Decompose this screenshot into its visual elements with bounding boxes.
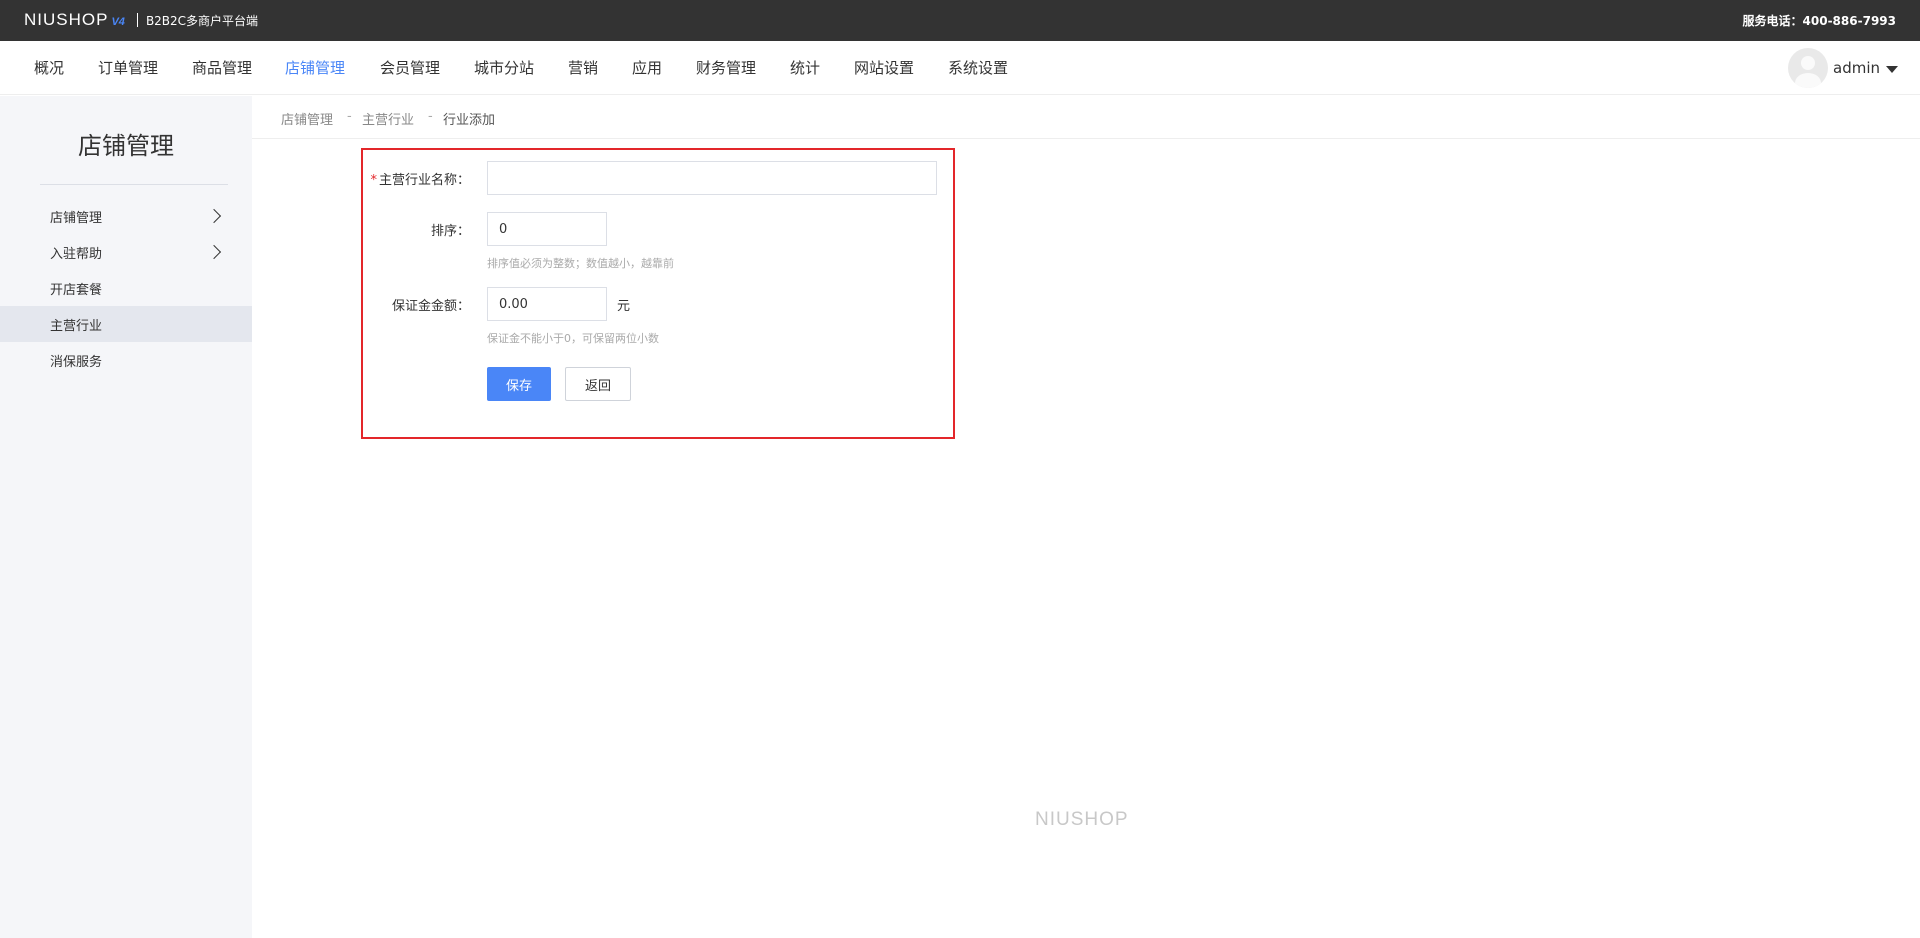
nav-item-overview[interactable]: 概况: [34, 57, 64, 78]
sidebar-item-label: 店铺管理: [50, 211, 103, 226]
footer-watermark-logo: NIUSHOP: [1035, 809, 1129, 830]
deposit-amount-input[interactable]: [487, 287, 607, 321]
avatar-body-shape: [1795, 73, 1821, 88]
sidebar-divider: [40, 184, 228, 185]
user-menu[interactable]: admin: [1788, 48, 1898, 88]
nav-item-finance[interactable]: 财务管理: [696, 57, 756, 78]
breadcrumb: 店铺管理 - 主营行业 - 行业添加: [252, 96, 1920, 139]
sidebar-item-label: 开店套餐: [50, 283, 103, 298]
sidebar: 店铺管理 店铺管理 入驻帮助 开店套餐 主营行业 消保服务: [0, 96, 252, 938]
chevron-right-icon: [206, 208, 222, 224]
chevron-right-icon: [206, 244, 222, 260]
caret-down-icon: [1886, 65, 1898, 73]
avatar-head-shape: [1801, 56, 1815, 70]
service-hotline: 服务电话：400-886-7993: [1742, 14, 1896, 28]
sort-label: 排序：: [430, 224, 470, 239]
breadcrumb-link-main-industry[interactable]: 主营行业: [362, 109, 414, 128]
nav-item-city-sites[interactable]: 城市分站: [474, 57, 534, 78]
sidebar-item-consumer-protection[interactable]: 消保服务: [0, 342, 252, 378]
breadcrumb-link-shop-management[interactable]: 店铺管理: [281, 109, 333, 128]
save-button[interactable]: 保存: [487, 367, 551, 401]
sidebar-item-main-industry[interactable]: 主营行业: [0, 306, 252, 342]
industry-name-input[interactable]: [487, 161, 937, 195]
breadcrumb-current: 行业添加: [443, 113, 496, 128]
nav-item-orders[interactable]: 订单管理: [98, 57, 158, 78]
sidebar-item-settle-help[interactable]: 入驻帮助: [0, 234, 252, 270]
logo-text: NIUSHOP: [24, 10, 109, 29]
brand-logo[interactable]: NIUSHOP V4 B2B2C多商户平台端: [24, 9, 258, 31]
industry-name-label: * 主营行业名称：: [370, 169, 470, 188]
breadcrumb-separator: -: [347, 109, 352, 124]
user-name: admin: [1833, 59, 1880, 77]
logo-version: V4: [111, 16, 125, 28]
main-nav: 概况 订单管理 商品管理 店铺管理 会员管理 城市分站 营销 应用 财务管理 统…: [0, 41, 1920, 95]
nav-item-statistics[interactable]: 统计: [790, 57, 820, 78]
sidebar-item-label: 入驻帮助: [50, 247, 103, 262]
nav-item-goods[interactable]: 商品管理: [192, 57, 252, 78]
nav-item-site-settings[interactable]: 网站设置: [854, 57, 914, 78]
deposit-unit: 元: [617, 299, 631, 314]
nav-item-marketing[interactable]: 营销: [568, 57, 598, 78]
nav-item-apps[interactable]: 应用: [632, 57, 662, 78]
industry-name-label-text: 主营行业名称：: [378, 173, 470, 188]
sort-hint: 排序值必须为整数；数值越小，越靠前: [487, 257, 674, 270]
required-mark: *: [370, 173, 377, 188]
logo-divider: [136, 13, 138, 27]
sort-input[interactable]: [487, 212, 607, 246]
platform-subtitle: B2B2C多商户平台端: [145, 13, 259, 28]
top-bar: NIUSHOP V4 B2B2C多商户平台端 服务电话：400-886-7993: [0, 0, 1920, 41]
deposit-label: 保证金金额：: [391, 299, 470, 314]
sidebar-item-label: 主营行业: [50, 319, 103, 334]
sidebar-item-shop-management[interactable]: 店铺管理: [0, 198, 252, 234]
back-button[interactable]: 返回: [565, 367, 631, 401]
nav-item-shops[interactable]: 店铺管理: [285, 57, 345, 78]
breadcrumb-separator: -: [428, 109, 433, 124]
deposit-hint: 保证金不能小于0，可保留两位小数: [487, 332, 659, 345]
sidebar-title: 店铺管理: [78, 132, 174, 160]
sidebar-item-shop-packages[interactable]: 开店套餐: [0, 270, 252, 306]
avatar: [1788, 48, 1828, 88]
nav-item-members[interactable]: 会员管理: [380, 57, 440, 78]
nav-item-system-settings[interactable]: 系统设置: [948, 57, 1008, 78]
sidebar-item-label: 消保服务: [50, 355, 103, 370]
